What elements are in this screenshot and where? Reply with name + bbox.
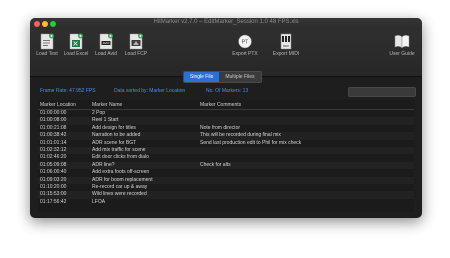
marker-location-cell: 01:00:00:00	[40, 110, 67, 116]
marker-location-cell: 01:09:03:20	[40, 176, 67, 183]
fcp-file-icon	[129, 33, 143, 50]
svg-text:MIDI: MIDI	[283, 44, 289, 48]
svg-text:PT: PT	[242, 40, 248, 46]
table-row[interactable]: 01:02:32:12 Add mix traffic for scene	[38, 146, 414, 155]
tab-multiple-files[interactable]: Multiple Files	[219, 72, 261, 82]
marker-location-cell: 01:00:38:42	[40, 132, 67, 139]
marker-name-cell: Add design for titles	[92, 124, 136, 131]
marker-location-cell: 01:05:09:08	[40, 161, 67, 168]
table-row[interactable]: 01:00:00:00 2 Pop	[38, 110, 414, 117]
column-header-location[interactable]: Marker Location	[40, 102, 76, 108]
marker-location-cell: 01:10:20:00	[40, 183, 67, 190]
table-row[interactable]: 01:15:53:00 Wild lines were recorded	[38, 191, 414, 199]
marker-comment-cell: This will be recorded during final mix	[200, 132, 281, 139]
file-mode-selector: Single File Multiple Files	[183, 71, 262, 83]
table-row[interactable]: 01:00:21:08 Add design for titles Note fro…	[38, 125, 414, 132]
table-body: 01:00:00:00 2 Pop 01:00:08:00 Reel 1 Start 0…	[38, 110, 414, 206]
marker-name-cell: ADR scene for BGT	[92, 139, 137, 146]
load-excel-button[interactable]: Load Excel	[62, 33, 90, 57]
marker-name-cell: ADR line?	[92, 161, 115, 168]
marker-location-cell: 01:01:01:14	[40, 139, 67, 146]
marker-count-text: No. Of Markers: 13	[206, 88, 249, 94]
marker-name-cell: Reel 1 Start	[92, 117, 119, 124]
table-row[interactable]: 01:00:38:42 Narration to be added This wil…	[38, 132, 414, 140]
marker-location-cell: 01:17:56:42	[40, 198, 67, 205]
marker-location-cell: 01:00:21:08	[40, 124, 67, 131]
load-text-button[interactable]: Load Text	[34, 33, 60, 57]
table-header: Marker Location Marker Name Marker Comme…	[38, 100, 414, 110]
table-row[interactable]: 01:05:09:08 ADR line? Check for alts	[38, 161, 414, 170]
title-bar: HitMarker v2.7.0 – EditMarker_Session 1.…	[30, 18, 422, 30]
table-row[interactable]: 01:10:20:00 Re-record car up & away	[38, 184, 414, 191]
table-row[interactable]: 01:06:00:40 Add extra foots off-screen	[38, 169, 414, 176]
table-row[interactable]: 01:00:08:00 Reel 1 Start	[38, 117, 414, 125]
marker-name-cell: Re-record car up & away	[92, 183, 148, 190]
marker-name-cell: Edit door clicks from dialo	[92, 154, 149, 161]
marker-location-cell: 01:06:00:40	[40, 169, 67, 176]
info-bar: Frame Rate: 47.952 FPS Data sorted by: M…	[38, 87, 416, 97]
window-title: HitMarker v2.7.0 – EditMarker_Session 1.…	[153, 19, 299, 25]
avid-file-icon: AVID	[99, 33, 113, 50]
text-file-icon	[40, 33, 54, 50]
marker-comment-cell: Note from director	[200, 124, 241, 131]
app-window: HitMarker v2.7.0 – EditMarker_Session 1.…	[30, 18, 422, 218]
table-row[interactable]: 01:17:56:42 LFOA	[38, 199, 414, 206]
marker-location-cell: 01:02:32:12	[40, 146, 67, 153]
load-avid-button[interactable]: AVID Load Avid	[92, 33, 120, 57]
midi-export-icon: MIDI	[280, 33, 292, 50]
marker-name-cell: Add extra foots off-screen	[92, 169, 150, 176]
export-midi-button[interactable]: MIDI Export MIDI	[270, 33, 302, 57]
marker-location-cell: 01:02:46:20	[40, 154, 67, 161]
export-ptx-button[interactable]: PT Export PTX	[230, 33, 260, 57]
column-header-comments[interactable]: Marker Comments	[200, 102, 241, 108]
tab-single-file[interactable]: Single File	[184, 72, 220, 82]
book-icon	[394, 35, 410, 49]
marker-comment-cell: Send last production edit to Phil for mi…	[200, 139, 302, 146]
sort-text: Data sorted by: Marker Location	[114, 88, 186, 94]
column-header-name[interactable]: Marker Name	[92, 102, 122, 108]
marker-name-cell: Wild lines were recorded	[92, 191, 147, 198]
svg-text:AVID: AVID	[103, 41, 111, 45]
user-guide-button[interactable]: User Guide	[386, 33, 418, 57]
marker-comment-cell: Check for alts	[200, 161, 231, 168]
marker-name-cell: Add mix traffic for scene	[92, 146, 146, 153]
excel-file-icon	[69, 33, 83, 50]
toolbar: Load Text Load Excel AVID Load Avid Load…	[30, 30, 422, 77]
table-row[interactable]: 01:01:01:14 ADR scene for BGT Send last pr…	[38, 140, 414, 147]
table-row[interactable]: 01:09:03:20 ADR for boom replacement	[38, 176, 414, 184]
frame-rate-text: Frame Rate: 47.952 FPS	[40, 88, 96, 94]
marker-location-cell: 01:15:53:00	[40, 191, 67, 198]
marker-location-cell: 01:00:08:00	[40, 117, 67, 124]
load-fcp-button[interactable]: Load FCP	[122, 33, 150, 57]
marker-name-cell: ADR for boom replacement	[92, 176, 153, 183]
marker-name-cell: 2 Pop	[92, 110, 106, 116]
table-row[interactable]: 01:02:46:20 Edit door clicks from dialo	[38, 154, 414, 161]
search-field[interactable]	[348, 87, 416, 97]
marker-name-cell: Narration to be added	[92, 132, 141, 139]
marker-table: Marker Location Marker Name Marker Comme…	[38, 100, 414, 212]
marker-name-cell: LFOA	[92, 198, 106, 205]
ptx-export-icon: PT	[238, 34, 252, 49]
